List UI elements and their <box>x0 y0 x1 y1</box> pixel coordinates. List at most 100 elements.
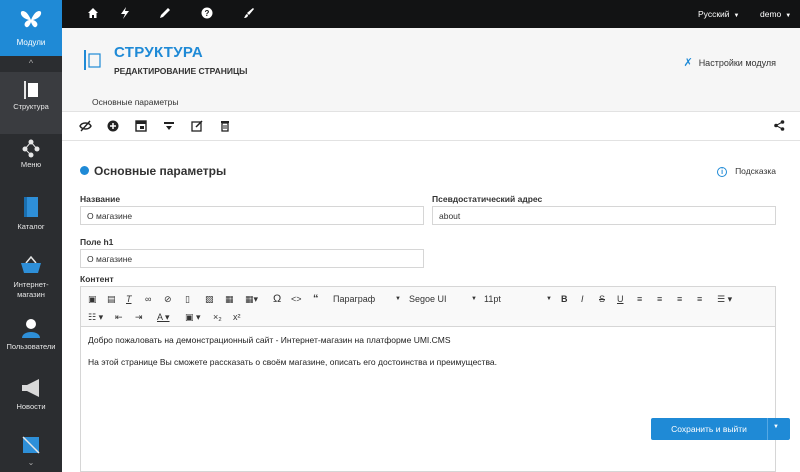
alias-label: Псевдостатический адрес <box>432 194 543 204</box>
page-header: СТРУКТУРА РЕДАКТИРОВАНИЕ СТРАНИЦЫ ✗ Настр… <box>62 28 800 90</box>
trash-icon[interactable] <box>218 120 232 134</box>
align-left-icon[interactable]: ≡ <box>637 293 642 305</box>
outdent-icon[interactable]: ⇤ <box>115 311 123 323</box>
language-select[interactable]: Русский ▼ <box>698 9 740 19</box>
megaphone-icon <box>0 378 62 403</box>
editor-paragraph: На этой странице Вы сможете рассказать о… <box>88 357 497 367</box>
h1-input[interactable] <box>80 249 424 268</box>
shopping-basket-icon <box>0 255 62 279</box>
sidebar-item-news[interactable]: Новости <box>0 376 62 438</box>
sidebar-item-label: Интернет- <box>13 280 49 289</box>
bullet-list-icon[interactable]: ☰ ▾ <box>717 293 732 305</box>
pencil-icon[interactable] <box>158 7 172 21</box>
background-color-icon[interactable]: ▣ ▾ <box>185 311 201 323</box>
numbered-list-icon[interactable]: ☷ ▾ <box>88 311 103 323</box>
name-input[interactable] <box>80 206 424 225</box>
modules-label: Модули <box>16 38 46 47</box>
page-toolbar <box>62 113 800 141</box>
table-icon[interactable]: ▦▾ <box>245 293 258 305</box>
sidebar-item-label: Новости <box>16 402 46 411</box>
sidebar-item-menu[interactable]: Меню <box>0 134 62 196</box>
format-value: Параграф <box>333 294 376 304</box>
save-and-exit-label: Сохранить и выйти <box>671 424 747 434</box>
main-content: Основные параметры i Подсказка Название П… <box>62 142 800 472</box>
sidebar-item-users[interactable]: Пользователи <box>0 316 62 378</box>
visibility-off-icon[interactable] <box>78 120 92 134</box>
module-settings-link[interactable]: ✗ Настройки модуля <box>683 56 776 69</box>
tab-bar: Основные параметры <box>62 90 800 112</box>
brush-icon[interactable] <box>242 7 256 21</box>
clear-format-icon[interactable]: T <box>126 293 132 305</box>
format-select[interactable]: Параграф ▼ <box>333 293 405 305</box>
document-icon <box>0 436 62 459</box>
alias-input[interactable] <box>432 206 776 225</box>
align-right-icon[interactable]: ≡ <box>677 293 682 305</box>
source-code-icon[interactable]: <> <box>291 293 302 305</box>
help-icon[interactable]: ? <box>200 7 214 21</box>
info-icon: i <box>717 167 728 177</box>
unlink-icon[interactable]: ⊘ <box>164 293 172 305</box>
caret-down-icon: ▼ <box>733 13 740 19</box>
paste-icon[interactable]: ▣ <box>88 293 97 305</box>
sidebar-item-label: Структура <box>13 102 49 111</box>
catalog-book-icon <box>0 196 62 223</box>
language-label: Русский <box>698 9 730 19</box>
top-bar: ? Русский ▼ demo ▼ <box>62 0 800 28</box>
quote-icon[interactable]: “ <box>313 293 319 305</box>
indent-icon[interactable]: ⇥ <box>135 311 143 323</box>
text-color-icon[interactable]: A ▾ <box>157 311 170 323</box>
user-menu[interactable]: demo ▼ <box>760 9 791 19</box>
bold-icon[interactable]: B <box>561 293 568 305</box>
sidebar-item-shop[interactable]: Интернет- магазин <box>0 255 62 318</box>
align-center-icon[interactable]: ≡ <box>657 293 662 305</box>
hint-label: Подсказка <box>735 166 776 176</box>
subscript-icon[interactable]: ×₂ <box>213 311 222 323</box>
tools-icon: ✗ <box>683 57 693 69</box>
bookmark-icon[interactable]: ▯ <box>185 293 190 305</box>
chevron-up-icon[interactable]: ^ <box>0 56 62 70</box>
font-select[interactable]: Segoe UI ▼ <box>409 293 481 305</box>
modules-button[interactable]: Модули <box>0 0 62 56</box>
chevron-down-icon[interactable]: ⌄ <box>0 458 62 472</box>
lightning-icon[interactable] <box>118 7 132 21</box>
page-subtitle: РЕДАКТИРОВАНИЕ СТРАНИЦЫ <box>114 66 248 76</box>
image-icon[interactable]: ▨ <box>205 293 214 305</box>
italic-icon[interactable]: I <box>581 293 584 305</box>
section-title: Основные параметры <box>94 164 227 178</box>
special-char-icon[interactable]: Ω <box>273 293 281 305</box>
open-window-icon[interactable] <box>134 120 148 134</box>
sidebar-item-more[interactable] <box>0 434 62 458</box>
edit-icon[interactable] <box>190 120 204 134</box>
filter-icon[interactable] <box>162 120 176 134</box>
sidebar-item-catalog[interactable]: Каталог <box>0 196 62 258</box>
sidebar-item-label: Меню <box>20 160 42 169</box>
tab-main-params[interactable]: Основные параметры <box>92 97 179 107</box>
paste-text-icon[interactable]: ▤ <box>107 293 116 305</box>
editor-body[interactable]: Добро пожаловать на демонстрационный сай… <box>88 335 768 379</box>
sidebar-item-label: Каталог <box>17 222 45 231</box>
button-divider <box>767 418 768 440</box>
superscript-icon[interactable]: x² <box>233 311 241 323</box>
sidebar: Модули ^ Структура Меню Каталог Интернет… <box>0 0 62 472</box>
share-icon[interactable] <box>772 120 786 134</box>
caret-down-icon[interactable]: ▼ <box>773 424 779 430</box>
underline-icon[interactable]: U <box>617 293 624 305</box>
user-icon <box>0 318 62 343</box>
caret-down-icon: ▼ <box>395 296 401 302</box>
butterfly-logo-icon <box>20 10 42 28</box>
collapse-section-icon[interactable] <box>80 166 89 175</box>
strikethrough-icon[interactable]: S <box>599 293 605 305</box>
add-circle-icon[interactable] <box>106 120 120 134</box>
save-and-exit-button[interactable]: Сохранить и выйти ▼ <box>651 418 790 440</box>
editor-paragraph: Добро пожаловать на демонстрационный сай… <box>88 335 451 345</box>
hint-link[interactable]: i Подсказка <box>717 166 776 177</box>
h1-label: Поле h1 <box>80 237 114 247</box>
media-icon[interactable]: ▦ <box>225 293 234 305</box>
home-icon[interactable] <box>86 7 100 21</box>
sidebar-item-structure[interactable]: Структура <box>0 72 62 134</box>
link-icon[interactable]: ∞ <box>145 293 151 305</box>
align-justify-icon[interactable]: ≡ <box>697 293 702 305</box>
font-size-select[interactable]: 11pt ▼ <box>484 293 556 305</box>
sidebar-item-label: магазин <box>17 290 45 299</box>
module-settings-label: Настройки модуля <box>698 58 776 68</box>
